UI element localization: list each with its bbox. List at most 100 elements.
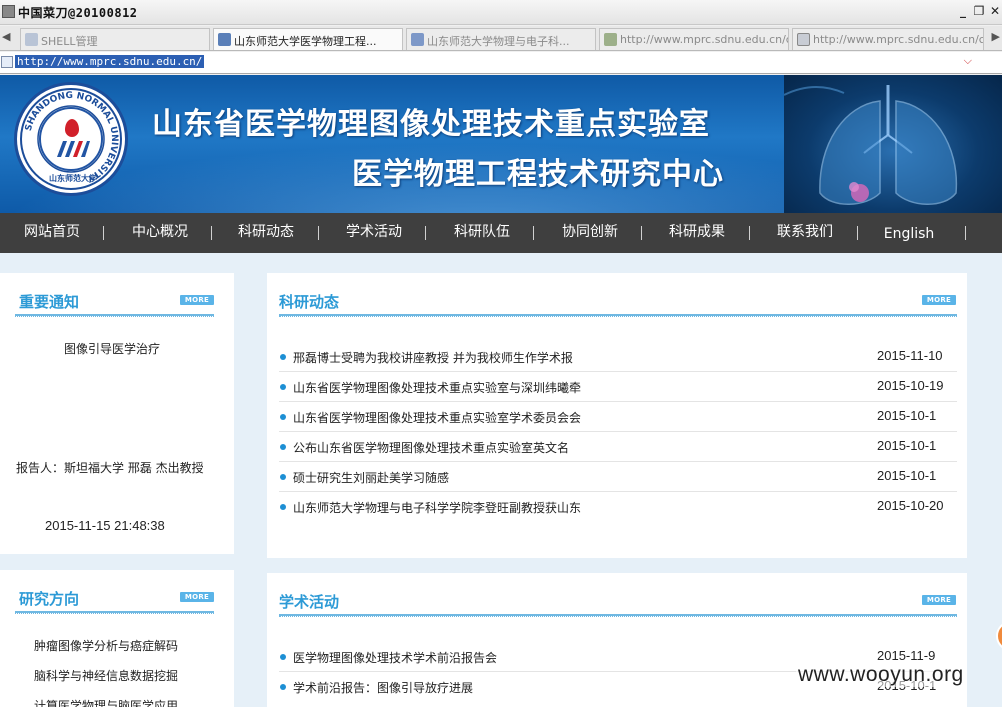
activities-divider (279, 614, 957, 617)
news-item-title[interactable]: 山东省医学物理图像处理技术重点实验室学术委员会会 (293, 409, 581, 426)
app-icon (2, 5, 15, 18)
page-icon (1, 56, 13, 68)
restore-button[interactable]: ❐ (972, 4, 986, 18)
research-panel: 研究方向 MORE 肿瘤图像学分析与癌症解码 脑科学与神经信息数据挖掘 计算医学… (0, 570, 234, 707)
activity-item-date: 2015-11-9 (877, 648, 936, 663)
nav-separator (533, 226, 534, 240)
research-more-button[interactable]: MORE (180, 592, 214, 602)
banner-title-line2: 医学物理工程技术研究中心 (352, 157, 724, 192)
url-input[interactable]: http://www.mprc.sdnu.edu.cn/ (15, 55, 205, 68)
research-divider (15, 611, 214, 614)
close-button[interactable]: ✕ (988, 4, 1002, 18)
university-logo[interactable]: SHANDONG NORMAL UNIVERSITY 山东师范大学 (14, 82, 128, 196)
logo-inner-emblem (39, 107, 103, 171)
tab-mprc-url-1[interactable]: http://www.mprc.sdnu.edu.cn/c... (599, 28, 789, 50)
news-item-date: 2015-11-10 (877, 348, 943, 363)
nav-home[interactable]: 网站首页 (16, 213, 88, 253)
research-title: 研究方向 (19, 590, 80, 608)
nav-separator (318, 226, 319, 240)
notice-panel: 重要通知 MORE 图像引导医学治疗 报告人：斯坦福大学 邢磊 杰出教授 201… (0, 273, 234, 554)
activity-item-title[interactable]: 医学物理图像处理技术学术前沿报告会 (293, 649, 497, 666)
nav-separator (749, 226, 750, 240)
notice-more-button[interactable]: MORE (180, 295, 214, 305)
nav-contact[interactable]: 联系我们 (769, 213, 841, 253)
bullet-icon (280, 444, 286, 450)
bullet-icon (280, 474, 286, 480)
research-item[interactable]: 计算医学物理与脑医学应用 (34, 697, 178, 707)
news-item-date: 2015-10-1 (877, 468, 937, 483)
site-banner: SHANDONG NORMAL UNIVERSITY 山东师范大学 山东省医学物… (0, 75, 1002, 213)
research-item[interactable]: 肿瘤图像学分析与癌症解码 (34, 637, 178, 654)
main-nav: 网站首页 中心概况 科研动态 学术活动 科研队伍 协同创新 科研成果 联系我们 … (0, 213, 1002, 253)
tab-strip: ◀ SHELL管理 山东师范大学医学物理工程... 山东师范大学物理与电子科..… (0, 26, 1002, 51)
nav-separator (965, 226, 966, 240)
lung-illustration (784, 75, 1002, 213)
research-item[interactable]: 脑科学与神经信息数据挖掘 (34, 667, 178, 684)
tab-scroll-left-icon[interactable]: ◀ (2, 30, 10, 43)
news-item-date: 2015-10-1 (877, 438, 937, 453)
news-item[interactable]: 公布山东省医学物理图像处理技术重点实验室英文名 2015-10-1 (279, 432, 957, 462)
bullet-icon (280, 414, 286, 420)
blood-drop-icon (65, 119, 79, 137)
news-item-title[interactable]: 硕士研究生刘丽赴美学习随感 (293, 469, 449, 486)
news-item-title[interactable]: 山东师范大学物理与电子科学学院李登旺副教授获山东 (293, 499, 581, 516)
nav-english[interactable]: English (873, 215, 945, 255)
bullet-icon (280, 384, 286, 390)
news-item-title[interactable]: 公布山东省医学物理图像处理技术重点实验室英文名 (293, 439, 569, 456)
nav-achievements[interactable]: 科研成果 (661, 213, 733, 253)
nav-separator (425, 226, 426, 240)
news-item[interactable]: 硕士研究生刘丽赴美学习随感 2015-10-1 (279, 462, 957, 492)
tab-scroll-right-icon[interactable]: ▶ (992, 30, 1000, 43)
window-title-bar: 中国菜刀@20100812 _ ❐ ✕ (0, 0, 1002, 25)
bullet-icon (280, 684, 286, 690)
news-item-date: 2015-10-20 (877, 498, 944, 513)
logo-cn-text: 山东师范大学 (49, 174, 97, 183)
banner-title-line1: 山东省医学物理图像处理技术重点实验室 (152, 107, 710, 142)
tab-mprc-url-2[interactable]: http://www.mprc.sdnu.edu.cn/c... (792, 28, 984, 50)
nav-overview[interactable]: 中心概况 (124, 213, 196, 253)
bullet-icon (280, 654, 286, 660)
chevron-down-icon[interactable]: ⌵ (964, 54, 972, 68)
page-icon (25, 33, 38, 46)
lung-svg (784, 85, 958, 205)
watermark: www.wooyun.org (796, 663, 966, 687)
nav-innovation[interactable]: 协同创新 (554, 213, 626, 253)
news-item[interactable]: 山东省医学物理图像处理技术重点实验室学术委员会会 2015-10-1 (279, 402, 957, 432)
activity-item-title[interactable]: 学术前沿报告：图像引导放疗进展 (293, 679, 473, 696)
nav-academic[interactable]: 学术活动 (338, 213, 410, 253)
window-title: 中国菜刀@20100812 (18, 6, 138, 20)
notice-headline[interactable]: 图像引导医学治疗 (64, 340, 160, 357)
notice-reporter: 报告人：斯坦福大学 邢磊 杰出教授 (16, 461, 204, 475)
logo-bars-icon (57, 141, 90, 157)
floating-widget-icon[interactable] (996, 621, 1002, 651)
globe-icon (218, 33, 231, 46)
globe-icon (411, 33, 424, 46)
notice-title: 重要通知 (19, 293, 80, 311)
tab-shell-manager[interactable]: SHELL管理 (20, 28, 210, 50)
news-item-title[interactable]: 邢磊博士受聘为我校讲座教授 并为我校师生作学术报 (293, 349, 573, 366)
news-item-date: 2015-10-19 (877, 378, 944, 393)
address-bar[interactable]: http://www.mprc.sdnu.edu.cn/ ⌵ (0, 52, 1002, 74)
notice-divider (15, 314, 214, 317)
news-more-button[interactable]: MORE (922, 295, 956, 305)
activities-more-button[interactable]: MORE (922, 595, 956, 605)
bullet-icon (280, 354, 286, 360)
minimize-button[interactable]: _ (956, 4, 970, 18)
news-item[interactable]: 邢磊博士受聘为我校讲座教授 并为我校师生作学术报 2015-11-10 (279, 342, 957, 372)
nav-separator (857, 226, 858, 240)
activities-title: 学术活动 (279, 593, 340, 611)
bullet-icon (280, 504, 286, 510)
nav-team[interactable]: 科研队伍 (446, 213, 518, 253)
news-title: 科研动态 (279, 293, 340, 311)
nav-separator (211, 226, 212, 240)
tab-sdnu-mprc[interactable]: 山东师范大学医学物理工程... (213, 28, 403, 50)
page-icon (797, 33, 810, 46)
web-page: SHANDONG NORMAL UNIVERSITY 山东师范大学 山东省医学物… (0, 75, 1002, 707)
nav-research-news[interactable]: 科研动态 (230, 213, 302, 253)
news-item-title[interactable]: 山东省医学物理图像处理技术重点实验室与深圳纬曦牵 (293, 379, 581, 396)
news-item-date: 2015-10-1 (877, 408, 937, 423)
news-item[interactable]: 山东省医学物理图像处理技术重点实验室与深圳纬曦牵 2015-10-19 (279, 372, 957, 402)
news-item[interactable]: 山东师范大学物理与电子科学学院李登旺副教授获山东 2015-10-20 (279, 492, 957, 522)
tab-sdnu-physics[interactable]: 山东师范大学物理与电子科... (406, 28, 596, 50)
notice-timestamp: 2015-11-15 21:48:38 (45, 518, 165, 533)
